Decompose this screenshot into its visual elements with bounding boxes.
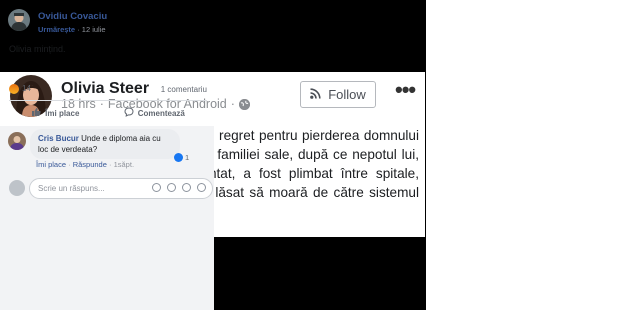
reply-input[interactable]: Scrie un răspuns... <box>29 178 213 199</box>
comment-like-count: 1 <box>185 153 190 162</box>
comment-icon <box>124 107 134 119</box>
panel-author[interactable]: Ovidiu Covaciu <box>38 11 107 22</box>
panel-date[interactable]: 12 iulie <box>82 25 106 34</box>
more-options-icon[interactable]: ••• <box>395 79 416 101</box>
like-icon <box>174 153 183 162</box>
my-avatar <box>9 180 25 196</box>
comment-time[interactable]: 1săpt. <box>114 160 134 169</box>
like-icon <box>31 107 41 119</box>
comment-actions: Îmi place · Răspunde · 1săpt. <box>36 160 134 169</box>
action-bar: Îmi place Comentează <box>9 104 207 122</box>
cris-avatar[interactable] <box>8 132 26 150</box>
separator: · <box>68 160 71 169</box>
meta-separator: · <box>230 97 235 111</box>
comment-button[interactable]: Comentează <box>124 107 185 119</box>
meta-separator: · <box>77 25 80 34</box>
comment-label: Comentează <box>137 108 185 118</box>
globe-icon <box>238 98 250 110</box>
reaction-count: 14 <box>22 84 31 94</box>
comment-like-badge[interactable]: 1 <box>174 153 189 162</box>
comment-author[interactable]: Cris Bucur <box>38 134 79 143</box>
separator: · <box>109 160 112 169</box>
panel-meta: Urmărește · 12 iulie <box>38 25 106 34</box>
follow-button[interactable]: Follow <box>300 81 376 108</box>
ovidiu-avatar[interactable] <box>8 9 30 31</box>
comment-reply-link[interactable]: Răspunde <box>73 160 107 169</box>
comment-panel <box>426 0 640 310</box>
reply-icons <box>152 183 206 192</box>
comment-count[interactable]: 1 comentariu <box>161 85 207 94</box>
reaction-summary: 14 1 comentariu <box>9 84 207 94</box>
camera-icon[interactable] <box>167 183 176 192</box>
rss-icon <box>310 87 321 102</box>
panel-post-text: Olivia mințind. <box>9 44 66 54</box>
like-label: Îmi place <box>45 108 80 118</box>
gif-icon[interactable] <box>182 183 191 192</box>
follow-label: Follow <box>328 87 366 102</box>
like-button[interactable]: Îmi place <box>31 107 79 119</box>
reaction-count-group[interactable]: 14 <box>9 84 31 94</box>
comment-bubble: Cris Bucur Unde e diploma aia cu loc de … <box>30 129 180 159</box>
follow-link[interactable]: Urmărește <box>38 25 75 34</box>
angry-reaction-icon <box>9 84 19 94</box>
comment-like-link[interactable]: Îmi place <box>36 160 66 169</box>
emoji-icon[interactable] <box>152 183 161 192</box>
reply-placeholder: Scrie un răspuns... <box>38 184 105 193</box>
divider <box>9 100 207 101</box>
sticker-icon[interactable] <box>197 183 206 192</box>
